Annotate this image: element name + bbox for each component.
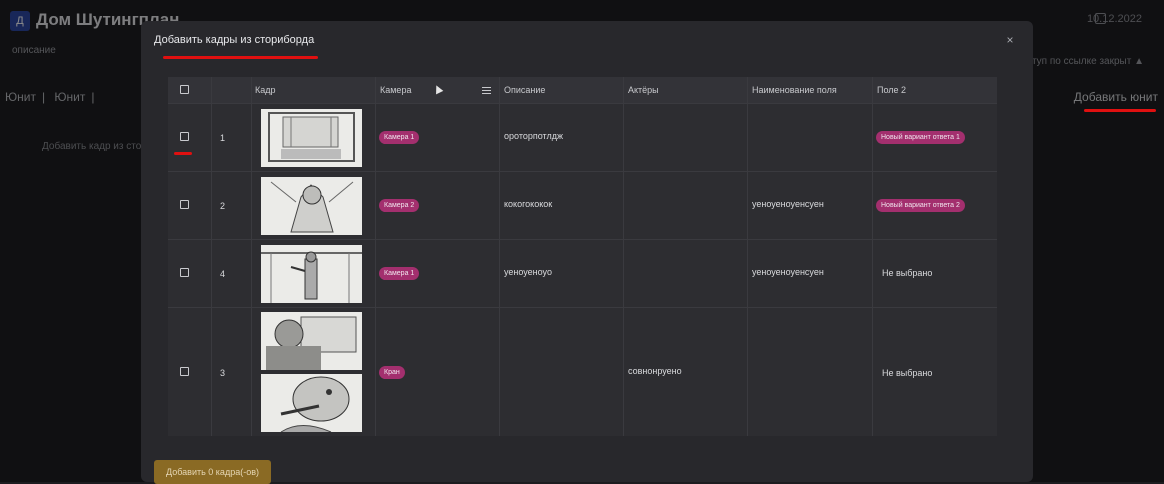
row-checkbox[interactable]: [180, 367, 189, 376]
field-2-cell: Не выбрано: [882, 268, 933, 278]
column-header-description[interactable]: Описание: [504, 85, 545, 95]
annotation-underline-title: [163, 56, 318, 59]
frame-thumbnail: [261, 109, 362, 167]
frame-thumbnail: [261, 374, 362, 432]
mouse-cursor-icon: [432, 83, 444, 95]
column-header-actors[interactable]: Актёры: [628, 85, 659, 95]
frame-thumbnail: [261, 312, 362, 370]
frames-table: Кадр Камера Описание Актёры Наименование…: [168, 77, 997, 436]
column-header-field-2[interactable]: Поле 2: [877, 85, 906, 95]
row-number: 1: [220, 133, 226, 143]
field-name-cell: уеноуеноуенсуен: [752, 199, 824, 209]
table-row[interactable]: 2 Камера 2 кокогококок уеноуеноуенсуен Н…: [168, 171, 997, 239]
column-menu-icon[interactable]: [482, 87, 491, 94]
field-2-tag: Новый вариант ответа 1: [876, 131, 965, 144]
select-all-checkbox[interactable]: [180, 85, 189, 94]
add-frames-modal: Добавить кадры из сториборда × Кадр Каме…: [141, 21, 1033, 484]
modal-title: Добавить кадры из сториборда: [154, 34, 315, 46]
camera-tag: Камера 2: [379, 199, 420, 212]
description-cell: кокогококок: [504, 199, 553, 209]
close-icon[interactable]: ×: [1003, 33, 1017, 47]
table-row[interactable]: 4 Камера 1 уеноуеноуо уеноуеноуенсуен Не…: [168, 239, 997, 307]
field-name-cell: уеноуеноуенсуен: [752, 267, 824, 277]
frame-thumbnail: [261, 177, 362, 235]
table-row[interactable]: 1 Камера 1 ороторпотлдж Новый вариант от…: [168, 103, 997, 171]
field-2-tag: Новый вариант ответа 2: [876, 199, 965, 212]
annotation-underline-add-unit: [1084, 109, 1156, 112]
row-number: 4: [220, 269, 226, 279]
row-checkbox[interactable]: [180, 200, 189, 209]
column-header-field-name[interactable]: Наименование поля: [752, 85, 837, 95]
camera-tag: Камера 1: [379, 267, 420, 280]
annotation-underline-checkbox: [174, 152, 192, 155]
camera-tag: Камера 1: [379, 131, 420, 144]
row-checkbox[interactable]: [180, 132, 189, 141]
frame-thumbnail: [261, 245, 362, 303]
description-cell: уеноуеноуо: [504, 267, 552, 277]
field-2-cell: Не выбрано: [882, 368, 933, 378]
row-checkbox[interactable]: [180, 268, 189, 277]
camera-tag: Кран: [379, 366, 405, 379]
row-number: 3: [220, 368, 226, 378]
row-number: 2: [220, 201, 226, 211]
table-row[interactable]: 3 Кран совнонруено Не выбрано: [168, 307, 997, 436]
description-cell: ороторпотлдж: [504, 131, 563, 141]
add-frames-button[interactable]: Добавить 0 кадра(-ов): [154, 460, 271, 484]
column-header-camera[interactable]: Камера: [380, 85, 411, 95]
actors-cell: совнонруено: [628, 366, 682, 376]
column-header-frame[interactable]: Кадр: [255, 85, 276, 95]
